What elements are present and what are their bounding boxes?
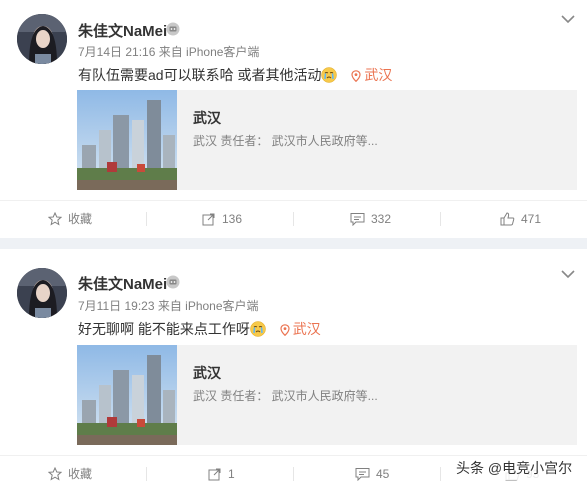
username[interactable]: 朱佳文NaMei (78, 273, 167, 294)
action-bar: 收藏 136 332 471 (0, 200, 587, 238)
chevron-down-icon[interactable] (561, 14, 575, 24)
repost-icon (208, 468, 221, 481)
chevron-down-icon[interactable] (561, 269, 575, 279)
robot-badge-icon (166, 275, 180, 289)
city-image (77, 345, 177, 445)
like-icon (500, 212, 515, 226)
comment-button[interactable]: 45 (355, 455, 389, 493)
weibo-post: 朱佳文NaMei 7月14日 21:16 来自 iPhone客户端 有队伍需要a… (0, 0, 587, 238)
separator (293, 467, 294, 481)
repost-count: 136 (222, 212, 243, 226)
post-text: 好无聊啊 能不能来点工作呀 (78, 321, 250, 337)
card-description: 武汉 责任者： 武汉市人民政府等... (193, 389, 378, 403)
repost-button[interactable]: 136 (202, 200, 242, 238)
location-pin-icon (280, 324, 290, 337)
favorite-button[interactable]: 收藏 (48, 200, 92, 238)
repost-count: 1 (228, 467, 235, 481)
card-title: 武汉 (193, 365, 221, 381)
like-button[interactable]: 471 (500, 200, 541, 238)
repost-button[interactable]: 1 (208, 455, 235, 493)
crying-emoji-icon (321, 67, 338, 83)
post-meta: 7月14日 21:16 来自 iPhone客户端 (78, 45, 260, 59)
comment-button[interactable]: 332 (350, 200, 391, 238)
watermark: 头条 @电竞小宫尔 (452, 456, 577, 480)
star-icon (48, 467, 62, 481)
card-description: 武汉 责任者： 武汉市人民政府等... (193, 134, 378, 148)
comment-icon (355, 468, 370, 481)
post-text-wrap: 好无聊啊 能不能来点工作呀 武汉 (78, 319, 321, 339)
city-image (77, 90, 177, 190)
weibo-post: 朱佳文NaMei 7月11日 19:23 来自 iPhone客户端 好无聊啊 能… (0, 249, 587, 489)
favorite-label: 收藏 (68, 212, 93, 226)
location-card[interactable]: 武汉 武汉 责任者： 武汉市人民政府等... (77, 345, 577, 445)
separator (146, 212, 147, 226)
feed-divider (0, 238, 587, 249)
separator (440, 467, 441, 481)
post-meta: 7月11日 19:23 来自 iPhone客户端 (78, 299, 259, 313)
crying-emoji-icon (250, 321, 266, 337)
location-label: 武汉 (364, 67, 393, 83)
username[interactable]: 朱佳文NaMei (78, 20, 167, 41)
location-link[interactable]: 武汉 (280, 319, 321, 339)
card-title: 武汉 (193, 110, 221, 126)
avatar[interactable] (17, 14, 67, 64)
location-card[interactable]: 武汉 武汉 责任者： 武汉市人民政府等... (77, 90, 577, 190)
favorite-button[interactable]: 收藏 (48, 455, 92, 493)
separator (146, 467, 147, 481)
repost-icon (202, 213, 215, 226)
like-count: 471 (521, 212, 542, 226)
post-text: 有队伍需要ad可以联系哈 或者其他活动 (78, 67, 322, 83)
comment-count: 332 (371, 212, 392, 226)
avatar[interactable] (17, 268, 67, 318)
comment-count: 45 (376, 467, 390, 481)
location-label: 武汉 (292, 321, 321, 337)
comment-icon (350, 213, 365, 226)
separator (293, 212, 294, 226)
location-link[interactable]: 武汉 (351, 65, 392, 85)
star-icon (48, 212, 62, 226)
robot-badge-icon (166, 22, 180, 36)
location-pin-icon (351, 70, 361, 83)
favorite-label: 收藏 (68, 467, 93, 481)
separator (440, 212, 441, 226)
post-text-wrap: 有队伍需要ad可以联系哈 或者其他活动 武汉 (78, 65, 392, 85)
